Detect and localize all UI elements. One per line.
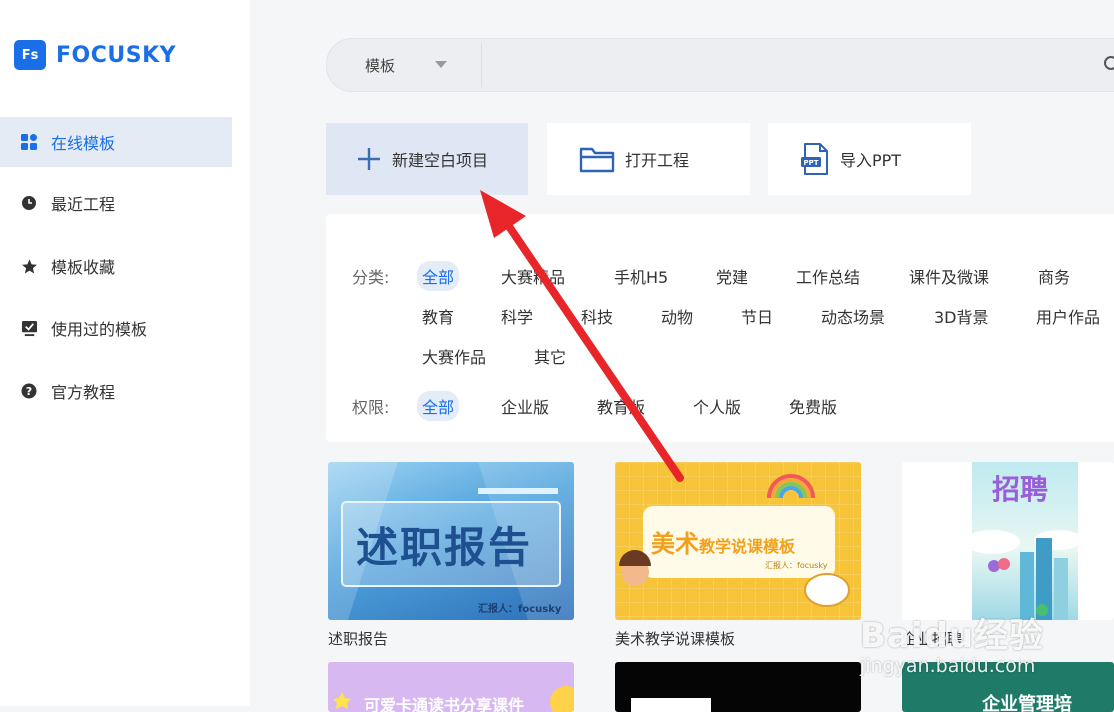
thumb-subtitle: 汇报人：focusky — [478, 604, 562, 615]
thumb-title-2: 教学说课模板 — [699, 537, 796, 556]
category-chip[interactable]: 3D背景 — [934, 304, 989, 328]
sidebar-item-label: 模板收藏 — [51, 258, 116, 277]
thumb-title: 述职报告 — [356, 523, 533, 572]
chevron-down-icon[interactable] — [435, 61, 447, 68]
baidu-watermark: Baidu经验 jingyan.baidu.com — [860, 608, 1044, 677]
category-chip[interactable]: 节日 — [741, 304, 773, 328]
watermark-main: Baidu经验 — [860, 616, 1045, 656]
thumb-title: 企业管理培 — [982, 694, 1072, 712]
sidebar-item-label: 在线模板 — [51, 134, 116, 153]
watermark-sub: jingyan.baidu.com — [860, 655, 1036, 677]
template-card-1[interactable]: 述职报告 汇报人：focusky — [328, 462, 574, 620]
sidebar-item-online-templates[interactable]: 在线模板 — [0, 117, 232, 167]
category-chip[interactable]: 用户作品 — [1036, 304, 1100, 328]
ppt-file-icon: PPT — [800, 142, 830, 176]
category-chip[interactable]: 教育 — [422, 304, 454, 328]
monitor-check-icon — [20, 319, 38, 337]
category-chip[interactable]: 大赛精品 — [501, 264, 565, 288]
permission-chip[interactable]: 教育版 — [597, 394, 645, 418]
template-caption: 美术教学说课模板 — [615, 630, 736, 648]
search-category-select[interactable]: 模板 — [365, 55, 395, 76]
template-caption: 述职报告 — [328, 630, 389, 648]
permission-filter-label: 权限: — [352, 398, 390, 417]
category-filter-label: 分类: — [352, 268, 390, 287]
category-chip[interactable]: 党建 — [716, 264, 748, 288]
category-chip[interactable]: 动态场景 — [821, 304, 885, 328]
category-chip[interactable]: 工作总结 — [796, 264, 860, 288]
template-card-3[interactable]: 招聘 — [902, 462, 1114, 620]
permission-chip[interactable]: 全部 — [417, 391, 460, 421]
category-chip[interactable]: 课件及微课 — [909, 264, 989, 288]
help-icon: ? — [20, 382, 38, 400]
brand-logo: Fs FOCUSKY — [14, 40, 176, 70]
sidebar-item-tutorials[interactable]: ? 官方教程 — [0, 366, 232, 416]
category-chip[interactable]: 其它 — [534, 344, 566, 368]
sidebar-item-used-templates[interactable]: 使用过的模板 — [0, 303, 232, 353]
import-ppt-button[interactable]: PPT 导入PPT — [768, 123, 971, 195]
brand-badge: Fs — [14, 40, 46, 70]
open-project-button[interactable]: 打开工程 — [547, 123, 750, 195]
category-chip[interactable]: 动物 — [661, 304, 693, 328]
plus-icon — [356, 146, 382, 172]
grid-icon — [20, 133, 38, 151]
search-bar: 模板 — [326, 38, 1114, 92]
open-project-label: 打开工程 — [625, 151, 690, 170]
thumb-title: 招聘 — [992, 473, 1049, 506]
sidebar-item-label: 最近工程 — [51, 195, 116, 214]
sidebar-item-label: 官方教程 — [51, 383, 116, 402]
new-blank-project-button[interactable]: 新建空白项目 — [326, 123, 528, 195]
svg-text:?: ? — [26, 385, 32, 398]
svg-text:PPT: PPT — [803, 159, 818, 167]
category-chip[interactable]: 科学 — [501, 304, 533, 328]
folder-icon — [579, 144, 615, 174]
permission-chip[interactable]: 企业版 — [501, 394, 549, 418]
import-ppt-label: 导入PPT — [840, 151, 902, 170]
template-card-2[interactable]: 美术教学说课模板 汇报人：focusky — [615, 462, 861, 620]
sidebar: Fs FOCUSKY 在线模板 最近工程 模板收藏 使用过的模板 ? 官方教程 — [0, 0, 250, 706]
sidebar-item-recent-projects[interactable]: 最近工程 — [0, 178, 232, 228]
thumb-subtitle: 汇报人：focusky — [765, 561, 828, 570]
permission-chip[interactable]: 个人版 — [693, 394, 741, 418]
search-divider — [481, 43, 482, 87]
thumb-title: 美术 — [651, 530, 699, 558]
clock-icon — [20, 194, 38, 212]
sidebar-item-label: 使用过的模板 — [51, 320, 148, 339]
category-chip[interactable]: 手机H5 — [614, 264, 668, 288]
sidebar-item-favorites[interactable]: 模板收藏 — [0, 241, 232, 291]
search-icon[interactable] — [1103, 55, 1114, 79]
template-card-5[interactable] — [615, 662, 861, 712]
category-chip[interactable]: 科技 — [581, 304, 613, 328]
filter-panel: 分类: 全部 大赛精品 手机H5 党建 工作总结 课件及微课 商务 教育 科学 … — [326, 214, 1114, 442]
category-chip[interactable]: 商务 — [1038, 264, 1070, 288]
search-input[interactable] — [497, 49, 1101, 83]
permission-chip[interactable]: 免费版 — [789, 394, 837, 418]
star-icon — [20, 257, 38, 275]
template-card-4[interactable]: 可爱卡通读书分享课件 — [328, 662, 574, 712]
main-area: 模板 新建空白项目 打开工程 PPT 导入PPT 分类: 全部 大赛精品 手机H… — [250, 0, 1114, 712]
new-blank-project-label: 新建空白项目 — [392, 151, 489, 170]
brand-name: FOCUSKY — [56, 42, 177, 68]
category-chip[interactable]: 大赛作品 — [422, 344, 486, 368]
category-chip[interactable]: 全部 — [417, 261, 460, 291]
